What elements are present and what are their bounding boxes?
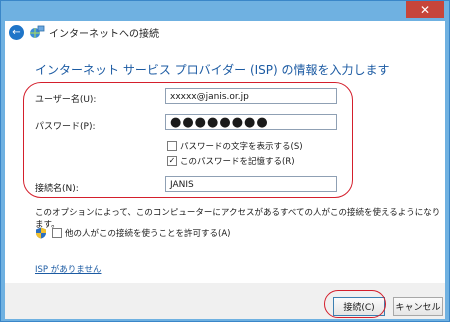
header-bar: ← インターネットへの接続 bbox=[5, 21, 445, 43]
page-heading: インターネット サービス プロバイダー (ISP) の情報を入力します bbox=[35, 63, 390, 77]
close-icon: ✕ bbox=[419, 2, 431, 17]
close-button[interactable]: ✕ bbox=[406, 1, 444, 18]
share-connection-label: 他の人がこの接続を使うことを許可する(A) bbox=[65, 229, 231, 239]
dialog-window: ✕ ← インターネットへの接続 インターネット サービス プロバイダー (ISP… bbox=[0, 0, 450, 322]
cancel-button[interactable]: キャンセル bbox=[393, 297, 443, 316]
no-isp-link[interactable]: ISP がありません bbox=[35, 263, 101, 275]
highlight-oval-form bbox=[23, 82, 353, 198]
share-connection-checkbox[interactable] bbox=[52, 228, 62, 238]
highlight-oval-connect bbox=[324, 290, 386, 318]
window-title: インターネットへの接続 bbox=[49, 28, 159, 40]
back-arrow-icon: ← bbox=[12, 26, 21, 38]
shield-icon bbox=[36, 227, 46, 239]
back-button[interactable]: ← bbox=[9, 24, 24, 40]
share-connection-row[interactable]: 他の人がこの接続を使うことを許可する(A) bbox=[35, 227, 230, 239]
network-icon bbox=[30, 25, 45, 38]
